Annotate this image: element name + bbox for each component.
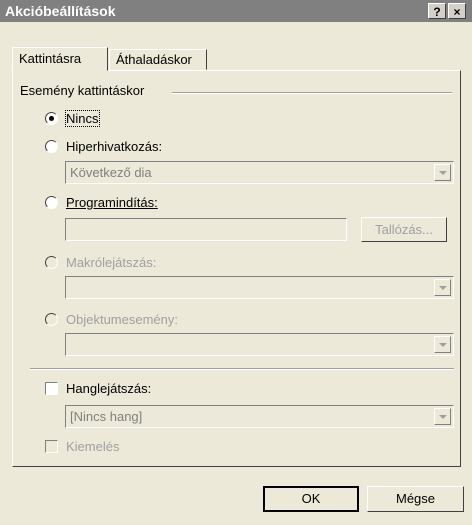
radio-none[interactable]: [45, 112, 58, 125]
window-title: Akcióbeállítások: [5, 3, 116, 19]
radio-selected-dot: [49, 116, 54, 121]
radio-run-macro-label[interactable]: Makrólejátszás:: [66, 255, 156, 270]
group-label: Esemény kattintáskor: [20, 83, 149, 98]
sound-checkbox-label[interactable]: Hanglejátszás:: [66, 381, 151, 396]
help-button[interactable]: ?: [428, 3, 446, 19]
chevron-down-icon[interactable]: [434, 336, 451, 353]
radio-hyperlink-label[interactable]: Hiperhivatkozás:: [66, 139, 162, 154]
chevron-down-icon[interactable]: [434, 164, 451, 181]
close-button[interactable]: ×: [448, 3, 466, 19]
tab-athaladaskor[interactable]: Áthaladáskor: [109, 49, 207, 70]
radio-hyperlink[interactable]: [45, 140, 58, 153]
title-bar: Akcióbeállítások ? ×: [0, 0, 472, 22]
highlight-checkbox-label[interactable]: Kiemelés: [66, 439, 119, 454]
radio-run-program-label[interactable]: Programindítás:: [66, 195, 158, 210]
hyperlink-select-value: Következő dia: [70, 165, 152, 180]
divider: [30, 368, 454, 370]
sound-select-value: [Nincs hang]: [70, 409, 143, 424]
radio-object-action[interactable]: [45, 313, 58, 326]
tab-label: Áthaladáskor: [116, 52, 192, 67]
cancel-button[interactable]: Mégse: [367, 486, 464, 512]
highlight-checkbox[interactable]: [45, 440, 58, 453]
chevron-down-icon[interactable]: [434, 279, 451, 296]
tab-label: Kattintásra: [19, 51, 82, 66]
hyperlink-select[interactable]: Következő dia: [65, 161, 454, 184]
ok-button[interactable]: OK: [263, 486, 359, 512]
chevron-down-icon[interactable]: [434, 408, 451, 425]
radio-run-macro[interactable]: [45, 256, 58, 269]
close-icon: ×: [453, 5, 461, 19]
ok-button-label: OK: [301, 491, 321, 506]
radio-object-action-label[interactable]: Objektumesemény:: [66, 312, 178, 327]
sound-checkbox[interactable]: [45, 382, 58, 395]
browse-button-label: Tallózás...: [375, 222, 433, 237]
browse-button[interactable]: Tallózás...: [361, 217, 447, 242]
macro-select[interactable]: [65, 276, 454, 299]
group-divider: [172, 92, 452, 94]
radio-run-program[interactable]: [45, 196, 58, 209]
tab-kattintasra[interactable]: Kattintásra: [12, 47, 108, 71]
cancel-button-label: Mégse: [395, 491, 436, 506]
program-path-input[interactable]: [65, 218, 347, 241]
object-action-select[interactable]: [65, 333, 454, 356]
sound-select[interactable]: [Nincs hang]: [65, 405, 454, 428]
radio-none-label[interactable]: Nincs: [65, 110, 100, 127]
help-icon: ?: [433, 5, 441, 19]
